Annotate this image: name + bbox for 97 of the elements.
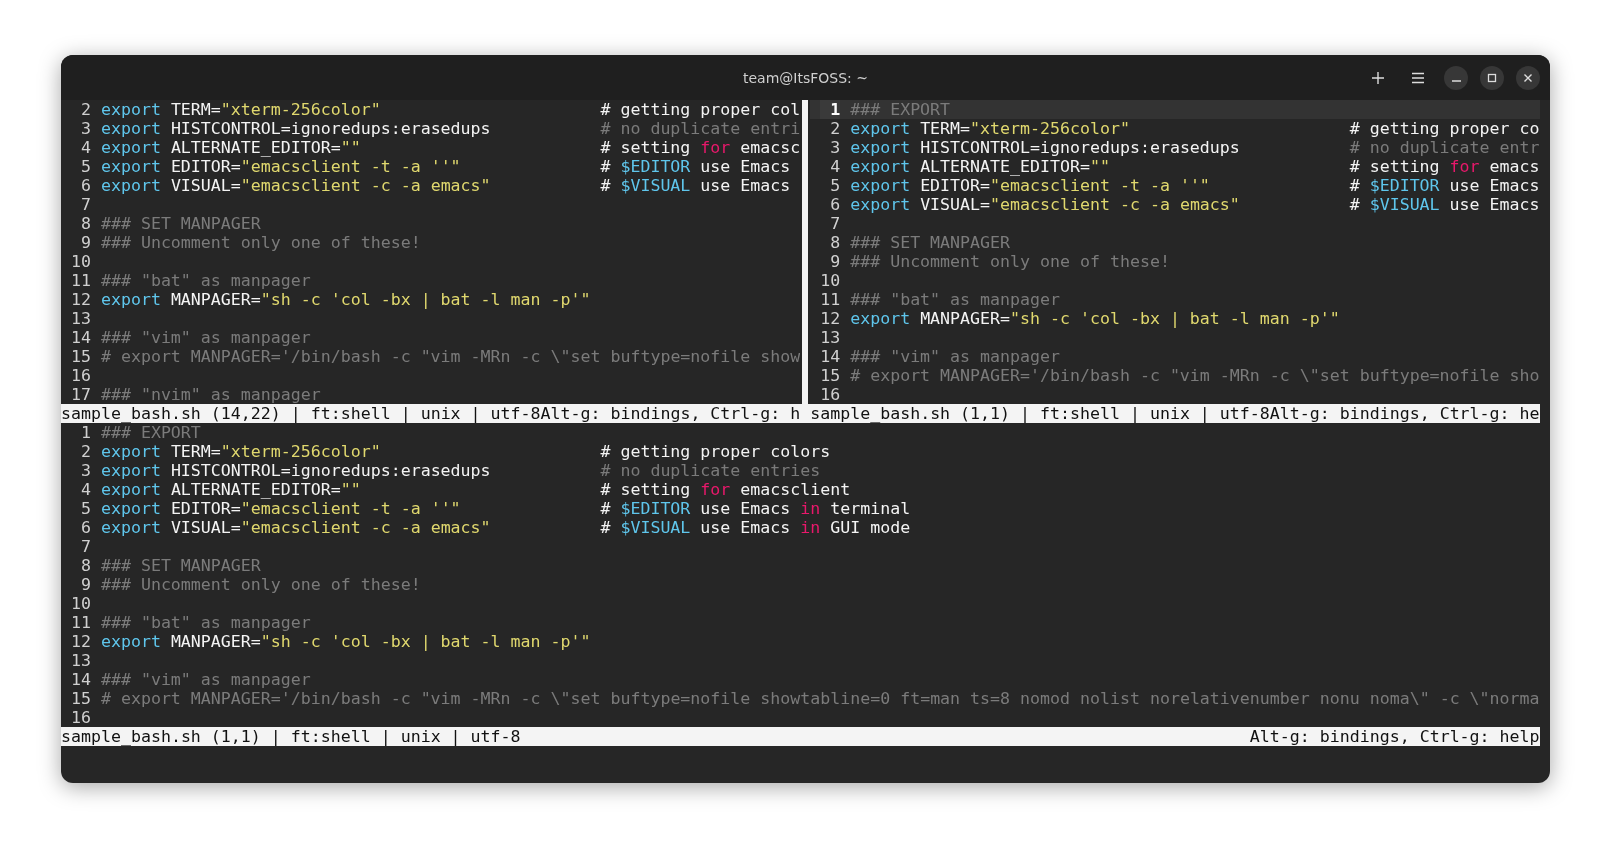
- code-line: ### "bat" as manpager: [850, 290, 1060, 309]
- line-number: 9: [829, 252, 841, 271]
- line-number: 14: [71, 670, 91, 689]
- plus-icon: [1371, 70, 1385, 85]
- close-button[interactable]: [1516, 65, 1540, 90]
- code-line: export VISUAL="emacsclient -c -a emacs" # $VISUAL use Emacs in GUI mode: [100, 518, 911, 537]
- line-number: 6: [79, 176, 91, 195]
- minimize-icon: [1451, 80, 1461, 82]
- line-number: 12: [820, 309, 841, 328]
- line-number: 1: [79, 423, 91, 442]
- maximize-button[interactable]: [1480, 65, 1504, 90]
- code-line: # export MANPAGER='/bin/bash -c "vim -MRn -c \"set buftype=nofile showtabline=0 ft=man ts=8 nomod nolist norelativenumber nonu noma\" -c \"norma: [100, 689, 1540, 708]
- line-number: 17: [71, 385, 91, 404]
- line-number: 5: [79, 499, 91, 518]
- code-line: export EDITOR="emacsclient -t -a ''" # $EDITOR use Emacs: [850, 176, 1540, 195]
- maximize-icon: [1487, 72, 1497, 83]
- code-line: ### SET MANPAGER: [850, 233, 1011, 252]
- line-number: 9: [79, 575, 91, 594]
- code-line: ### Uncomment only one of these!: [100, 233, 421, 252]
- line-number: 2: [829, 119, 841, 138]
- status-file-info: sample_bash.sh (1,1) | ft:shell | unix | utf-8: [61, 727, 521, 746]
- line-number: 13: [820, 328, 841, 347]
- status-bar: sample_bash.sh (1,1) | ft:shell | unix | utf-8Alt-g: bindings, Ctrl-g: he: [810, 404, 1540, 423]
- minimize-button[interactable]: [1444, 65, 1468, 90]
- line-number: 11: [71, 271, 91, 290]
- code-line: export ALTERNATE_EDITOR="" # setting for emacs: [850, 157, 1540, 176]
- window-title: team@ItsFOSS: ~: [743, 69, 868, 86]
- line-number: 14: [71, 328, 91, 347]
- line-number: 11: [71, 613, 91, 632]
- line-number: 15: [71, 347, 91, 366]
- code-line: export MANPAGER="sh -c 'col -bx | bat -l man -p'": [100, 290, 591, 309]
- line-number: 7: [79, 537, 91, 556]
- line-number: 3: [829, 138, 841, 157]
- line-number: 2: [79, 442, 91, 461]
- code-line: export ALTERNATE_EDITOR="" # setting for emacsc: [100, 138, 801, 157]
- line-number: 15: [71, 689, 91, 708]
- code-line: export MANPAGER="sh -c 'col -bx | bat -l man -p'": [850, 309, 1340, 328]
- code-line: # export MANPAGER='/bin/bash -c "vim -MRn -c \"set buftype=nofile show: [100, 347, 801, 366]
- line-number: 16: [71, 366, 91, 385]
- code-line: ### "vim" as manpager: [100, 328, 311, 347]
- code-line: # export MANPAGER='/bin/bash -c "vim -MRn -c \"set buftype=nofile sho: [850, 366, 1540, 385]
- line-number: 7: [829, 214, 841, 233]
- code-line: ### EXPORT: [850, 100, 951, 119]
- line-number: 10: [71, 252, 91, 271]
- code-line: ### "bat" as manpager: [100, 271, 311, 290]
- line-number: 8: [79, 556, 91, 575]
- line-number: 3: [79, 119, 91, 138]
- code-line: ### "bat" as manpager: [100, 613, 311, 632]
- code-line: export EDITOR="emacsclient -t -a ''" # $EDITOR use Emacs: [100, 157, 791, 176]
- line-number: 10: [71, 594, 91, 613]
- line-number: 12: [71, 290, 91, 309]
- line-number: 4: [79, 480, 91, 499]
- line-number: 8: [79, 214, 91, 233]
- line-number: 9: [79, 233, 91, 252]
- code-line: ### SET MANPAGER: [100, 214, 261, 233]
- line-number: 12: [71, 632, 91, 651]
- code-line: ### Uncomment only one of these!: [850, 252, 1170, 271]
- code-line: export TERM="xterm-256color" # getting proper col: [100, 100, 801, 119]
- code-line: export ALTERNATE_EDITOR="" # setting for emacsclient: [100, 480, 851, 499]
- code-line: ### SET MANPAGER: [100, 556, 261, 575]
- line-number: 1: [820, 100, 841, 119]
- line-number: 4: [829, 157, 841, 176]
- line-number: 4: [79, 138, 91, 157]
- code-line: export VISUAL="emacsclient -c -a emacs" # $VISUAL use Emacs: [100, 176, 791, 195]
- line-number: 16: [71, 708, 91, 727]
- code-line: ### "vim" as manpager: [850, 347, 1060, 366]
- menu-icon: [1411, 71, 1425, 84]
- line-number: 13: [71, 651, 91, 670]
- status-key-hints: Alt-g: bindings, Ctrl-g: help: [1249, 727, 1540, 746]
- line-number: 13: [71, 309, 91, 328]
- code-line: ### "nvim" as manpager: [100, 385, 321, 404]
- line-number: 8: [829, 233, 841, 252]
- code-line: ### "vim" as manpager: [100, 670, 311, 689]
- line-number: 11: [820, 290, 841, 309]
- line-number: 6: [79, 518, 91, 537]
- code-line: export TERM="xterm-256color" # getting proper co: [850, 119, 1540, 138]
- code-line: export HISTCONTROL=ignoredups:erasedups # no duplicate entri: [100, 119, 801, 138]
- line-number: 10: [820, 271, 841, 290]
- line-number: 14: [820, 347, 841, 366]
- line-number: 3: [79, 461, 91, 480]
- line-number: 5: [79, 157, 91, 176]
- code-line: export MANPAGER="sh -c 'col -bx | bat -l man -p'": [100, 632, 591, 651]
- line-number: 2: [79, 100, 91, 119]
- status-bar: sample_bash.sh (14,22) | ft:shell | unix | utf-8Alt-g: bindings, Ctrl-g: h: [61, 404, 801, 423]
- code-line: export EDITOR="emacsclient -t -a ''" # $EDITOR use Emacs in terminal: [100, 499, 911, 518]
- code-line: export VISUAL="emacsclient -c -a emacs" # $VISUAL use Emacs: [850, 195, 1540, 214]
- line-number: 7: [79, 195, 91, 214]
- code-line: export HISTCONTROL=ignoredups:erasedups # no duplicate entr: [850, 138, 1540, 157]
- code-line: export HISTCONTROL=ignoredups:erasedups # no duplicate entries: [100, 461, 821, 480]
- code-line: ### EXPORT: [100, 423, 201, 442]
- line-number: 5: [829, 176, 841, 195]
- code-line: ### Uncomment only one of these!: [100, 575, 421, 594]
- line-number: 15: [820, 366, 841, 385]
- close-icon: [1523, 72, 1533, 83]
- code-line: export TERM="xterm-256color" # getting proper colors: [100, 442, 831, 461]
- line-number: 16: [820, 385, 841, 404]
- line-number: 6: [829, 195, 841, 214]
